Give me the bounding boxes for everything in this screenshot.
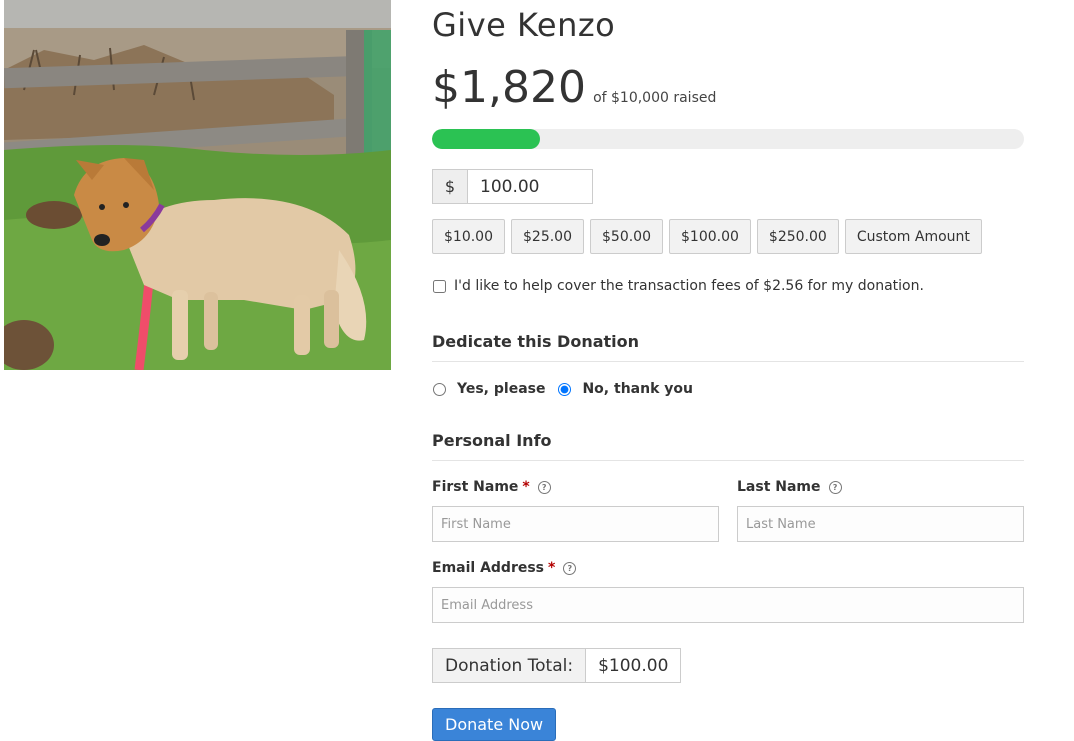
email-input[interactable] [432, 587, 1024, 623]
donation-levels: $10.00 $25.00 $50.00 $100.00 $250.00 Cus… [432, 219, 988, 254]
fee-recovery-checkbox[interactable] [433, 279, 446, 293]
goal-text: of $10,000 raised [593, 90, 717, 106]
level-button-250[interactable]: $250.00 [756, 219, 839, 254]
donation-amount-field: $ [432, 169, 593, 204]
dedicate-no-label: No, thank you [582, 381, 693, 397]
help-icon[interactable]: ? [828, 480, 842, 494]
help-icon[interactable]: ? [537, 480, 551, 494]
donation-total-label: Donation Total: [432, 648, 587, 683]
help-icon[interactable]: ? [563, 561, 577, 575]
campaign-photo [4, 0, 391, 370]
last-name-label-text: Last Name [737, 479, 821, 495]
donation-total: Donation Total: $100.00 [432, 648, 682, 683]
first-name-input[interactable] [432, 506, 719, 542]
first-name-label-text: First Name [432, 479, 519, 495]
dedicate-heading: Dedicate this Donation [432, 332, 1024, 362]
last-name-label: Last Name ? [737, 479, 842, 495]
first-name-label: First Name * ? [432, 479, 551, 495]
dedicate-option-yes[interactable]: Yes, please [432, 381, 545, 397]
goal-progress-bar [432, 129, 1024, 149]
email-label-text: Email Address [432, 560, 545, 576]
email-label: Email Address * ? [432, 560, 577, 576]
goal-summary: $1,820 of $10,000 raised [432, 62, 716, 113]
level-button-50[interactable]: $50.00 [590, 219, 663, 254]
dedicate-yes-radio[interactable] [433, 382, 446, 396]
donation-total-value: $100.00 [586, 648, 682, 683]
dedicate-options: Yes, please No, thank you [432, 381, 705, 397]
required-marker: * [522, 479, 530, 495]
level-button-100[interactable]: $100.00 [669, 219, 751, 254]
donate-now-button[interactable]: Donate Now [432, 708, 557, 741]
required-marker: * [548, 560, 556, 576]
currency-symbol: $ [432, 169, 468, 204]
level-button-25[interactable]: $25.00 [511, 219, 584, 254]
amount-input[interactable] [468, 169, 593, 204]
dedicate-no-radio[interactable] [558, 382, 572, 396]
level-button-custom[interactable]: Custom Amount [844, 219, 982, 254]
fee-recovery-label: I'd like to help cover the transaction f… [454, 278, 924, 294]
level-button-10[interactable]: $10.00 [432, 219, 505, 254]
dedicate-option-no[interactable]: No, thank you [557, 381, 693, 397]
goal-progress-fill [432, 129, 540, 149]
dedicate-yes-label: Yes, please [457, 381, 546, 397]
fee-recovery-option[interactable]: I'd like to help cover the transaction f… [432, 278, 924, 294]
form-title: Give Kenzo [432, 6, 616, 44]
personal-info-heading: Personal Info [432, 431, 1024, 461]
last-name-input[interactable] [737, 506, 1024, 542]
amount-raised: $1,820 [432, 62, 586, 113]
